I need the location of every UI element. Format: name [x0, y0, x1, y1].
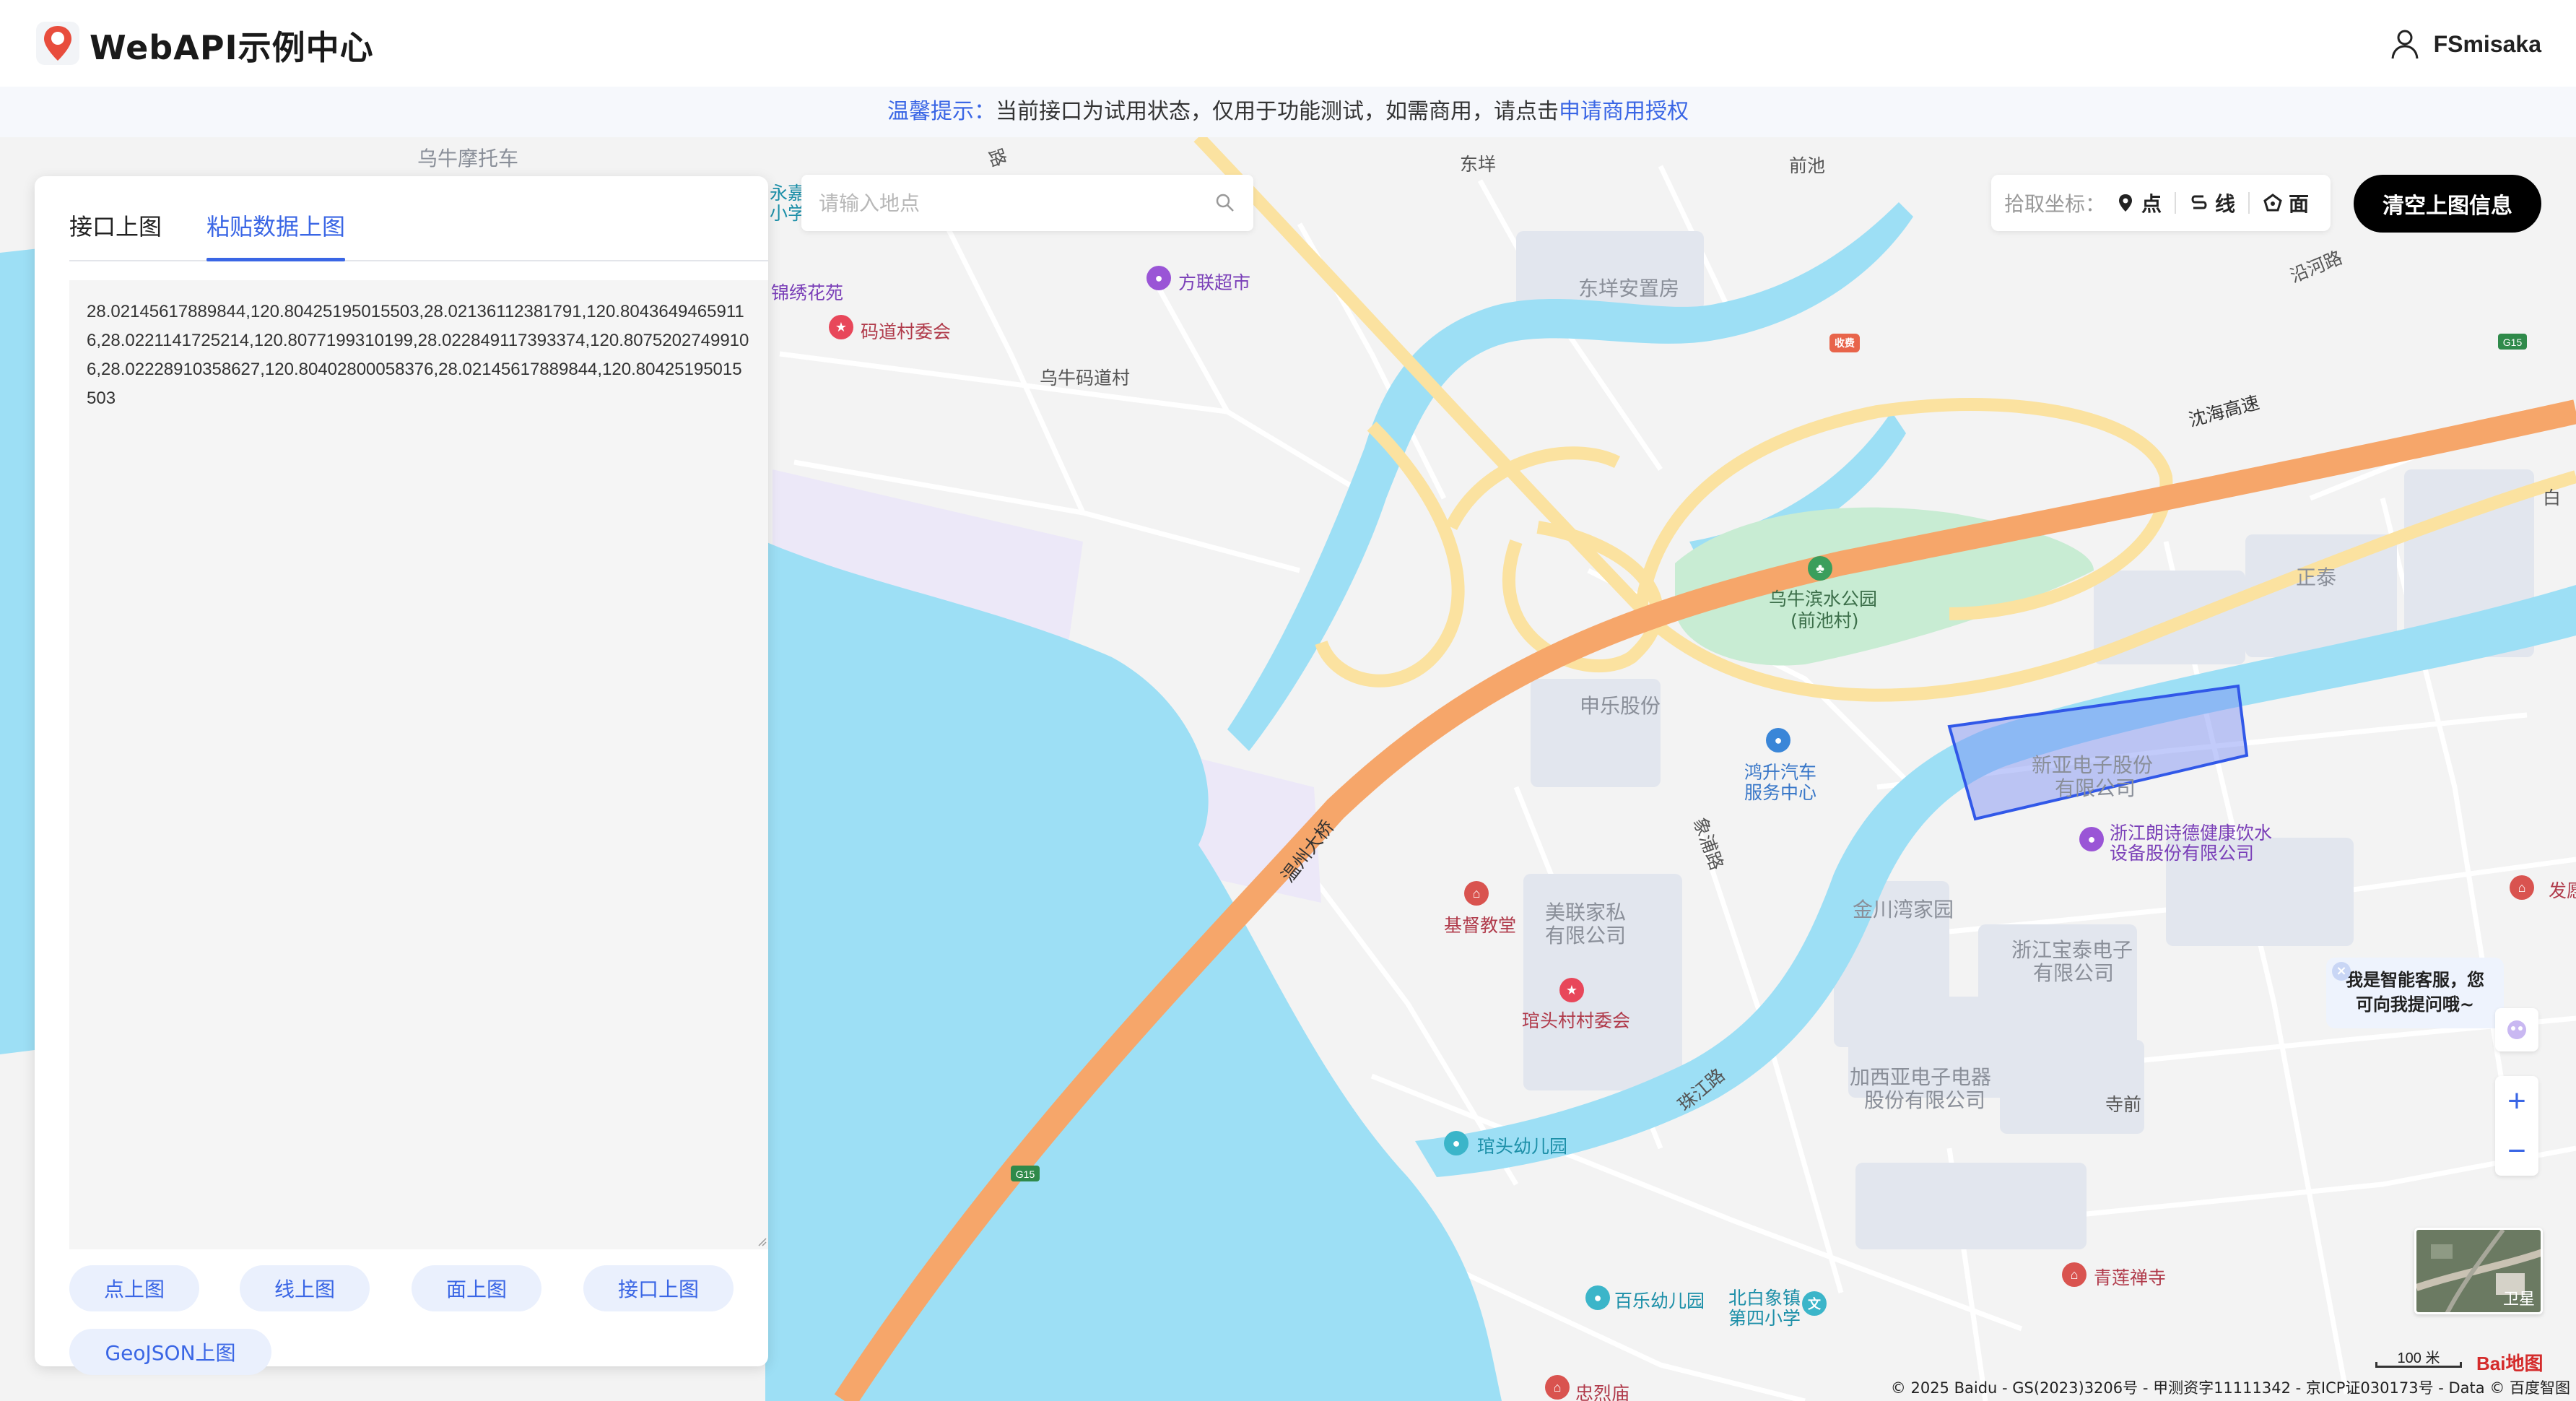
user-icon [2391, 30, 2419, 59]
zoom-out-button[interactable]: − [2495, 1126, 2538, 1176]
clear-map-button[interactable]: 清空上图信息 [2354, 175, 2541, 233]
search-icon[interactable] [1214, 192, 1236, 214]
assistant-robot-icon[interactable] [2495, 1008, 2538, 1051]
notice-prefix: 温馨提示： [887, 99, 996, 124]
map-label: 第四小学 [1728, 1308, 1801, 1329]
toll-station-icon[interactable]: 收费 [1829, 334, 1860, 352]
map-label: 百乐幼儿园 [1614, 1291, 1705, 1311]
assistant-line-1: 我是智能客服，您 [2346, 970, 2484, 990]
company-pin-icon[interactable]: ● [2079, 827, 2104, 851]
supermarket-pin-icon[interactable]: ● [1146, 266, 1171, 290]
geojson-upload-button[interactable]: GeoJSON上图 [69, 1329, 271, 1375]
map-label: 基督教堂 [1444, 915, 1517, 936]
pick-line-option[interactable]: 线 [2189, 188, 2235, 217]
api-upload-button[interactable]: 接口上图 [583, 1265, 734, 1311]
polygon-upload-button[interactable]: 面上图 [412, 1265, 541, 1311]
kindergarten-pin-icon[interactable]: ● [1585, 1285, 1610, 1310]
coordinate-picker-label: 拾取坐标： [2004, 192, 2106, 216]
baidu-map-logo-icon [35, 20, 81, 66]
user-name: FSmisaka [2433, 30, 2541, 57]
baidu-map-brand-logo[interactable]: Bai地图 [2476, 1349, 2543, 1376]
committee-pin-icon[interactable]: ★ [829, 315, 853, 339]
apply-license-link[interactable]: 申请商用授权 [1559, 99, 1689, 124]
map-label: 乌牛码道村 [1040, 368, 1131, 389]
app-header: WebAPI示例中心 FSmisaka [0, 0, 2576, 87]
school-pin-icon[interactable]: 文 [1802, 1291, 1827, 1316]
ai-assistant-bubble[interactable]: × 我是智能客服，您 可向我提问哦~ [2326, 958, 2504, 1028]
panel-tabs: 接口上图 粘贴数据上图 [69, 192, 768, 261]
map-label: 发愿 [2549, 880, 2576, 901]
map-copyright: © 2025 Baidu - GS(2023)3206号 - 甲测资字11111… [1890, 1379, 2570, 1397]
g15-shield-label: G15 [2503, 337, 2523, 348]
map-label: 正泰 [2296, 565, 2337, 589]
map-label: 有限公司 [2055, 776, 2136, 800]
tab-paste-upload[interactable]: 粘贴数据上图 [206, 192, 346, 261]
map-label: 忠烈庙 [1575, 1383, 1630, 1401]
place-search [801, 175, 1253, 231]
map-label: 码道村委会 [861, 321, 952, 342]
map-label: 东垟安置房 [1578, 277, 1680, 300]
map-label: (前池村) [1790, 610, 1859, 631]
map-label: 方联超市 [1178, 272, 1251, 293]
coordinates-textarea[interactable]: 28.02145617889844,120.80425195015503,28.… [69, 280, 768, 1249]
app-title: WebAPI示例中心 [90, 28, 374, 67]
g15-shield-label-2: G15 [1016, 1168, 1035, 1180]
map-label: 琯头幼儿园 [1477, 1136, 1568, 1157]
map-label: 东垟 [1460, 154, 1497, 175]
search-input[interactable] [819, 175, 1194, 231]
zoom-control: + − [2495, 1076, 2538, 1176]
map-label: 白 [2543, 487, 2562, 508]
line-upload-button[interactable]: 线上图 [240, 1265, 370, 1311]
polyline-icon [2191, 195, 2207, 209]
assistant-line-2: 可向我提问哦~ [2355, 994, 2475, 1015]
map-label: 前池 [1789, 155, 1826, 176]
map-label: 小学 [770, 203, 806, 224]
map-label: 寺前 [2105, 1094, 2142, 1115]
pick-polygon-label: 面 [2289, 192, 2310, 216]
map-label: 有限公司 [2033, 961, 2115, 985]
polygon-icon [2263, 194, 2282, 212]
map-scale: 100 米 [2375, 1346, 2462, 1368]
church-pin-icon[interactable]: ⌂ [1464, 881, 1489, 906]
temple-pin-icon[interactable]: ⌂ [2510, 875, 2534, 900]
location-pin-icon [2119, 194, 2133, 212]
divider [2175, 192, 2177, 214]
pick-line-label: 线 [2215, 192, 2236, 216]
temple-pin-icon[interactable]: ⌂ [2062, 1262, 2087, 1287]
park-pin-icon[interactable]: ♣ [1808, 556, 1832, 581]
car-service-pin-icon[interactable]: ● [1766, 728, 1790, 752]
village-committee-pin-icon[interactable]: ★ [1559, 978, 1584, 1002]
map-label: 青莲禅寺 [2094, 1267, 2167, 1288]
upload-panel: 接口上图 粘贴数据上图 28.02145617889844,120.804251… [35, 176, 768, 1375]
point-upload-button[interactable]: 点上图 [69, 1265, 199, 1311]
divider [2248, 192, 2250, 214]
close-icon[interactable]: × [2332, 962, 2351, 981]
user-menu[interactable]: FSmisaka [2390, 26, 2541, 62]
notice-message: 当前接口为试用状态，仅用于功能测试，如需商用，请点击 [996, 99, 1559, 124]
pick-point-option[interactable]: 点 [2115, 188, 2162, 217]
coordinate-picker: 拾取坐标： 点 线 面 [1991, 175, 2331, 231]
pick-polygon-option[interactable]: 面 [2263, 188, 2309, 217]
map-label: 乌牛摩托车 [417, 147, 519, 170]
map-label: 股份有限公司 [1864, 1088, 1986, 1112]
map-label: 设备股份有限公司 [2110, 843, 2255, 864]
map-label: 琯头村村委会 [1522, 1010, 1631, 1031]
resize-grip-icon[interactable] [757, 1236, 767, 1246]
satellite-label: 卫星 [2502, 1290, 2535, 1308]
satellite-toggle[interactable]: 卫星 [2414, 1228, 2543, 1314]
tab-api-upload[interactable]: 接口上图 [69, 192, 162, 260]
map-label: 金川湾家园 [1853, 898, 1954, 921]
map-label: 有限公司 [1545, 924, 1627, 947]
kindergarten-pin-icon[interactable]: ● [1444, 1131, 1468, 1155]
scale-bar [2375, 1362, 2462, 1368]
notice-bar: 温馨提示：当前接口为试用状态，仅用于功能测试，如需商用，请点击申请商用授权 [0, 87, 2576, 137]
map-label: 锦绣花苑 [771, 282, 844, 303]
map-label: 申乐股份 [1580, 694, 1661, 718]
pick-point-label: 点 [2141, 192, 2162, 216]
shrine-pin-icon[interactable]: ⌂ [1545, 1375, 1570, 1400]
map-label: 服务中心 [1744, 782, 1817, 803]
zoom-in-button[interactable]: + [2495, 1076, 2538, 1126]
